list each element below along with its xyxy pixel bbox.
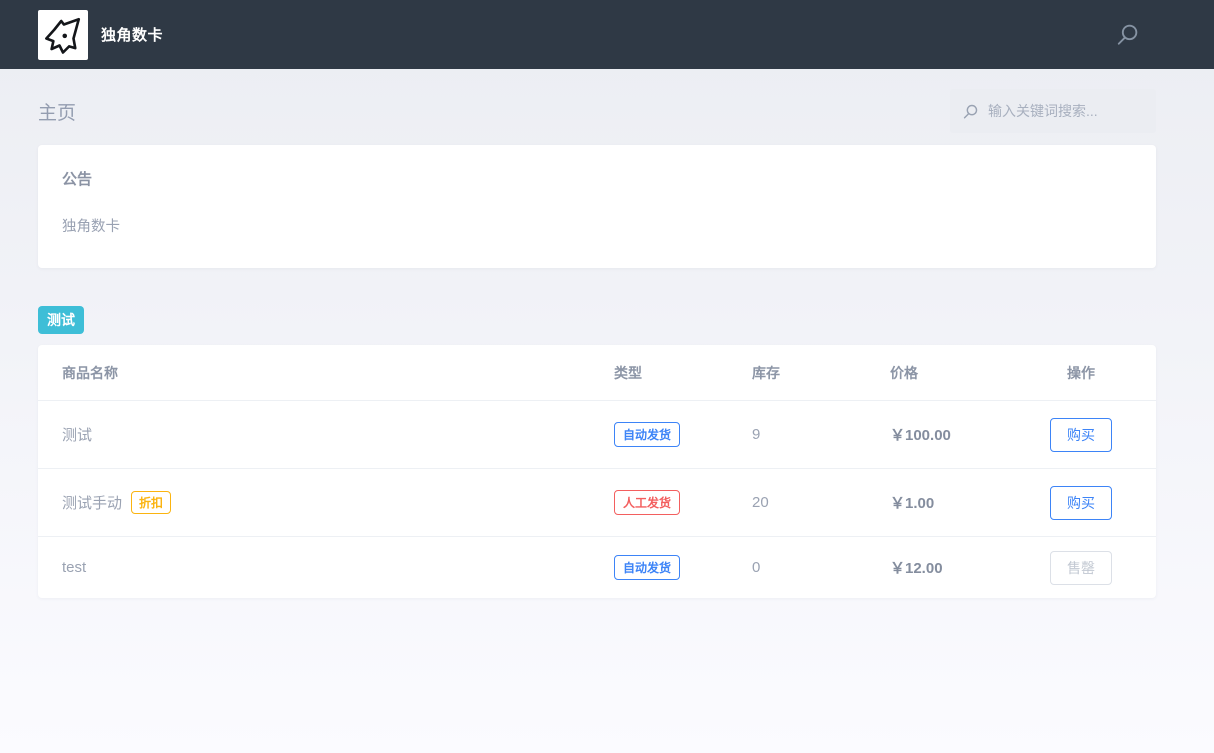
table-row: 测试 自动发货 9 ￥100.00 购买 (38, 400, 1156, 468)
page-title: 主页 (38, 102, 77, 124)
table-row: 测试手动 折扣 人工发货 20 ￥1.00 购买 (38, 468, 1156, 536)
search-icon (962, 103, 979, 120)
price-value: ￥1.00 (890, 495, 935, 512)
table-row: test 自动发货 0 ￥12.00 售罄 (38, 536, 1156, 598)
delivery-type-badge: 人工发货 (614, 490, 681, 515)
group-badge: 测试 (38, 306, 84, 334)
stock-value: 9 (752, 426, 761, 443)
unicorn-logo-icon (38, 9, 88, 60)
product-name: test (62, 559, 87, 576)
stock-value: 0 (752, 559, 761, 576)
announcement-title: 公告 (62, 171, 93, 188)
product-name: 测试手动 (62, 495, 123, 512)
column-header-stock: 库存 (752, 364, 780, 381)
price-value: ￥12.00 (890, 560, 943, 577)
search-icon[interactable] (1115, 22, 1140, 47)
column-header-action: 操作 (1067, 364, 1095, 381)
column-header-name: 商品名称 (62, 364, 118, 381)
main-content: 主页 公告 独角数卡 测试 商品名称 类型 库存 价格 操作 (38, 89, 1156, 598)
column-header-type: 类型 (614, 364, 642, 381)
buy-button[interactable]: 购买 (1050, 485, 1112, 520)
products-table: 商品名称 类型 库存 价格 操作 测试 自动发货 9 ￥100.00 购买 测试… (38, 345, 1156, 598)
sold-out-button: 售罄 (1050, 550, 1112, 585)
buy-button[interactable]: 购买 (1050, 417, 1112, 452)
price-value: ￥100.00 (890, 427, 951, 444)
keyword-search-box[interactable] (950, 89, 1156, 133)
column-header-price: 价格 (890, 364, 918, 381)
announcement-body: 独角数卡 (62, 219, 120, 235)
stock-value: 20 (752, 494, 769, 511)
announcement-card: 公告 独角数卡 (38, 145, 1156, 268)
search-input[interactable] (988, 103, 1146, 119)
brand-title: 独角数卡 (101, 27, 164, 44)
brand-home-link[interactable]: 独角数卡 (38, 9, 164, 60)
delivery-type-badge: 自动发货 (614, 555, 681, 580)
product-name: 测试 (62, 427, 93, 444)
table-header-row: 商品名称 类型 库存 价格 操作 (38, 345, 1156, 400)
top-navbar: 独角数卡 (0, 0, 1214, 69)
page-head: 主页 (38, 89, 1156, 133)
delivery-type-badge: 自动发货 (614, 422, 681, 447)
discount-tag: 折扣 (131, 491, 172, 514)
